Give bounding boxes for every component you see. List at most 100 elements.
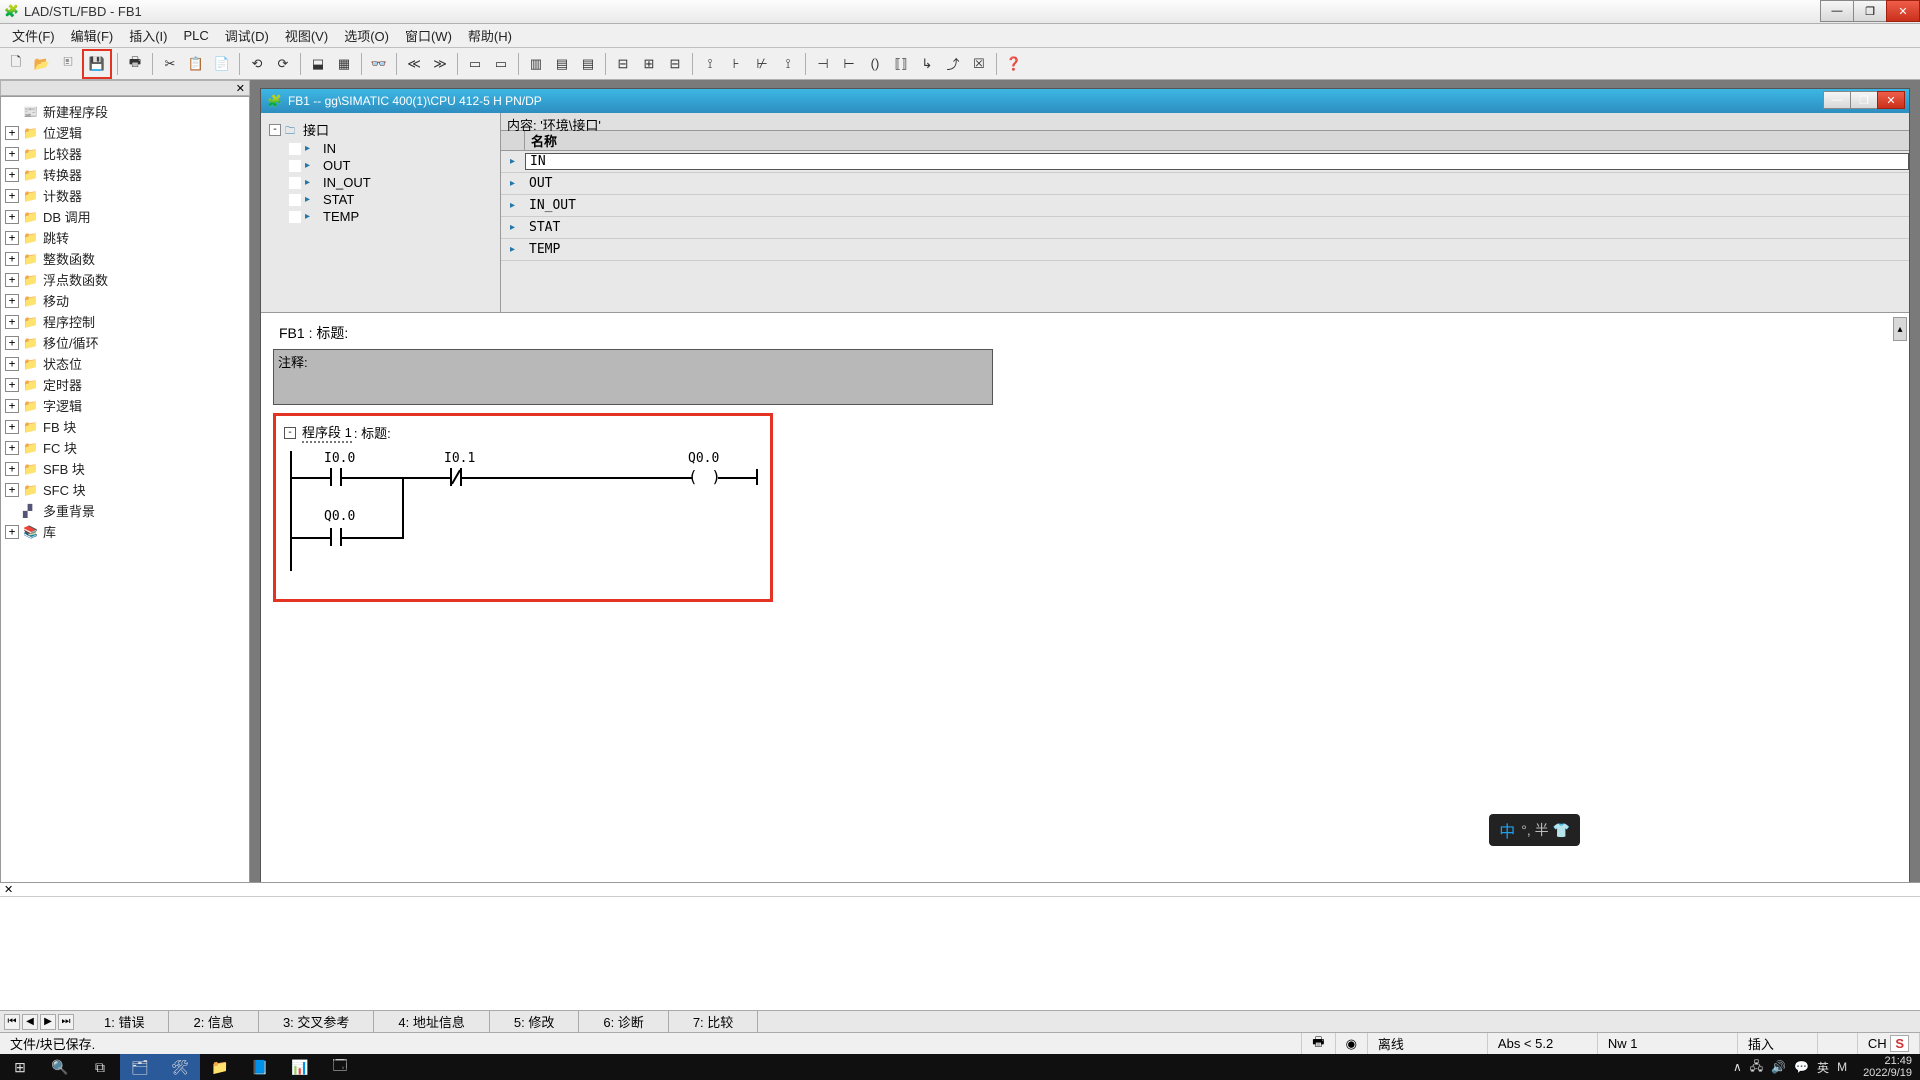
catalog-item[interactable]: +📁定时器 [1, 374, 249, 395]
catalog-item[interactable]: +📁移位/循环 [1, 332, 249, 353]
output-tab[interactable]: 5: 修改 [490, 1010, 579, 1033]
toolbar-button[interactable]: ⤴ [941, 52, 965, 76]
expand-icon[interactable]: + [5, 189, 19, 203]
menu-item[interactable]: 文件(F) [4, 24, 63, 47]
tab-first-icon[interactable]: ⏮ [4, 1014, 20, 1030]
toolbar-button[interactable]: 📋 [184, 52, 208, 76]
toolbar-button[interactable]: ⊟ [663, 52, 687, 76]
menu-item[interactable]: 选项(O) [336, 24, 397, 47]
toolbar-button[interactable]: 🗉 [56, 52, 80, 76]
taskbar-item[interactable]: 📁 [200, 1054, 240, 1080]
catalog-item[interactable]: +📁计数器 [1, 185, 249, 206]
catalog-item[interactable]: +📁程序控制 [1, 311, 249, 332]
tab-prev-icon[interactable]: ◀ [22, 1014, 38, 1030]
toolbar-button[interactable]: ▥ [524, 52, 548, 76]
catalog-item[interactable]: +📁状态位 [1, 353, 249, 374]
expand-icon[interactable]: + [5, 168, 19, 182]
menu-item[interactable]: 调试(D) [217, 24, 277, 47]
output-tab[interactable]: 4: 地址信息 [374, 1010, 489, 1033]
expand-icon[interactable]: + [5, 357, 19, 371]
toolbar-button[interactable]: ⟳ [271, 52, 295, 76]
menu-item[interactable]: PLC [176, 26, 217, 45]
save-button[interactable]: 💾 [85, 52, 109, 76]
iface-row[interactable]: ▸IN_OUT [501, 195, 1909, 217]
network-1[interactable]: - 程序段 1 : 标题: I0.0 I0.1 [273, 413, 773, 602]
doc-close-button[interactable]: ✕ [1877, 91, 1905, 109]
catalog-item[interactable]: +📁SFC 块 [1, 479, 249, 500]
output-tab[interactable]: 1: 错误 [80, 1010, 169, 1033]
expand-icon[interactable] [289, 143, 301, 155]
catalog-tree[interactable]: 📰新建程序段+📁位逻辑+📁比较器+📁转换器+📁计数器+📁DB 调用+📁跳转+📁整… [0, 96, 250, 978]
expand-icon[interactable]: + [5, 336, 19, 350]
expand-icon[interactable] [289, 194, 301, 206]
expand-icon[interactable] [5, 504, 19, 518]
catalog-item[interactable]: +📁DB 调用 [1, 206, 249, 227]
interface-tree[interactable]: -🗀接口▸IN▸OUT▸IN_OUT▸STAT▸TEMP [261, 113, 501, 312]
output-tab[interactable]: 2: 信息 [169, 1010, 258, 1033]
output-close-bar[interactable]: ✕ [0, 883, 1920, 897]
toolbar-button[interactable]: ▭ [463, 52, 487, 76]
catalog-item[interactable]: +📁比较器 [1, 143, 249, 164]
expand-icon[interactable]: + [5, 483, 19, 497]
taskbar-item[interactable]: 📊 [280, 1054, 320, 1080]
toolbar-button[interactable]: ≪ [402, 52, 426, 76]
expand-icon[interactable]: + [5, 147, 19, 161]
toolbar-button[interactable]: 📄 [210, 52, 234, 76]
toolbar-button[interactable]: ▤ [550, 52, 574, 76]
taskbar-item[interactable]: 🔍 [40, 1054, 80, 1080]
toolbar-button[interactable]: 🗋 [4, 52, 28, 76]
toolbar-button[interactable]: ▤ [576, 52, 600, 76]
expand-icon[interactable]: + [5, 462, 19, 476]
taskbar-item[interactable]: 🗔 [320, 1054, 360, 1080]
comment-box[interactable]: 注释: [273, 349, 993, 405]
iface-tree-item[interactable]: ▸IN [261, 140, 500, 157]
menu-item[interactable]: 窗口(W) [397, 24, 460, 47]
toolbar-button[interactable]: ⟟ [776, 52, 800, 76]
expand-icon[interactable] [289, 177, 301, 189]
ime-indicator[interactable]: 中 °, 半 👕 [1489, 814, 1580, 846]
toolbar-button[interactable]: ⊞ [637, 52, 661, 76]
catalog-item[interactable]: +📁位逻辑 [1, 122, 249, 143]
toolbar-button[interactable]: ▭ [489, 52, 513, 76]
menu-item[interactable]: 视图(V) [277, 24, 336, 47]
toolbar-button[interactable]: ⊦ [724, 52, 748, 76]
expand-icon[interactable]: + [5, 378, 19, 392]
iface-row[interactable]: ▸STAT [501, 217, 1909, 239]
taskbar-clock[interactable]: 21:49 2022/9/19 [1855, 1055, 1920, 1079]
catalog-item[interactable]: ▞多重背景 [1, 500, 249, 521]
toolbar-button[interactable]: ⊣ [811, 52, 835, 76]
toolbar-button[interactable]: ⟟ [698, 52, 722, 76]
expand-icon[interactable]: + [5, 420, 19, 434]
iface-row[interactable]: ▸TEMP [501, 239, 1909, 261]
catalog-item[interactable]: 📰新建程序段 [1, 101, 249, 122]
taskbar-item[interactable]: 🛠 [160, 1054, 200, 1080]
output-tab[interactable]: 3: 交叉参考 [259, 1010, 374, 1033]
toolbar-button[interactable]: ⊟ [611, 52, 635, 76]
taskbar-item[interactable]: 🗂 [120, 1054, 160, 1080]
expand-icon[interactable]: + [5, 399, 19, 413]
iface-tree-item[interactable]: ▸TEMP [261, 208, 500, 225]
tray-icon[interactable]: 💬 [1794, 1060, 1809, 1074]
tray-icon[interactable]: 🖧 [1750, 1057, 1763, 1078]
taskbar-item[interactable]: ⧉ [80, 1054, 120, 1080]
expand-icon[interactable] [289, 160, 301, 172]
toolbar-button[interactable]: ❓ [1002, 52, 1026, 76]
expand-icon[interactable] [289, 211, 301, 223]
catalog-item[interactable]: +📁整数函数 [1, 248, 249, 269]
toolbar-button[interactable]: ↳ [915, 52, 939, 76]
toolbar-button[interactable]: 👓 [367, 52, 391, 76]
taskbar-item[interactable]: 📘 [240, 1054, 280, 1080]
toolbar-button[interactable]: ☒ [967, 52, 991, 76]
catalog-item[interactable]: +📁转换器 [1, 164, 249, 185]
taskbar-item[interactable]: ⊞ [0, 1054, 40, 1080]
output-tab[interactable]: 7: 比较 [669, 1010, 758, 1033]
minimize-button[interactable]: — [1820, 0, 1854, 22]
tab-last-icon[interactable]: ⏭ [58, 1014, 74, 1030]
expand-icon[interactable]: + [5, 441, 19, 455]
menu-item[interactable]: 插入(I) [121, 24, 175, 47]
toolbar-button[interactable]: ⊢ [837, 52, 861, 76]
expand-icon[interactable]: + [5, 231, 19, 245]
expand-icon[interactable]: + [5, 294, 19, 308]
scroll-up-icon[interactable]: ▴ [1893, 317, 1907, 341]
expand-icon[interactable]: - [269, 124, 281, 136]
